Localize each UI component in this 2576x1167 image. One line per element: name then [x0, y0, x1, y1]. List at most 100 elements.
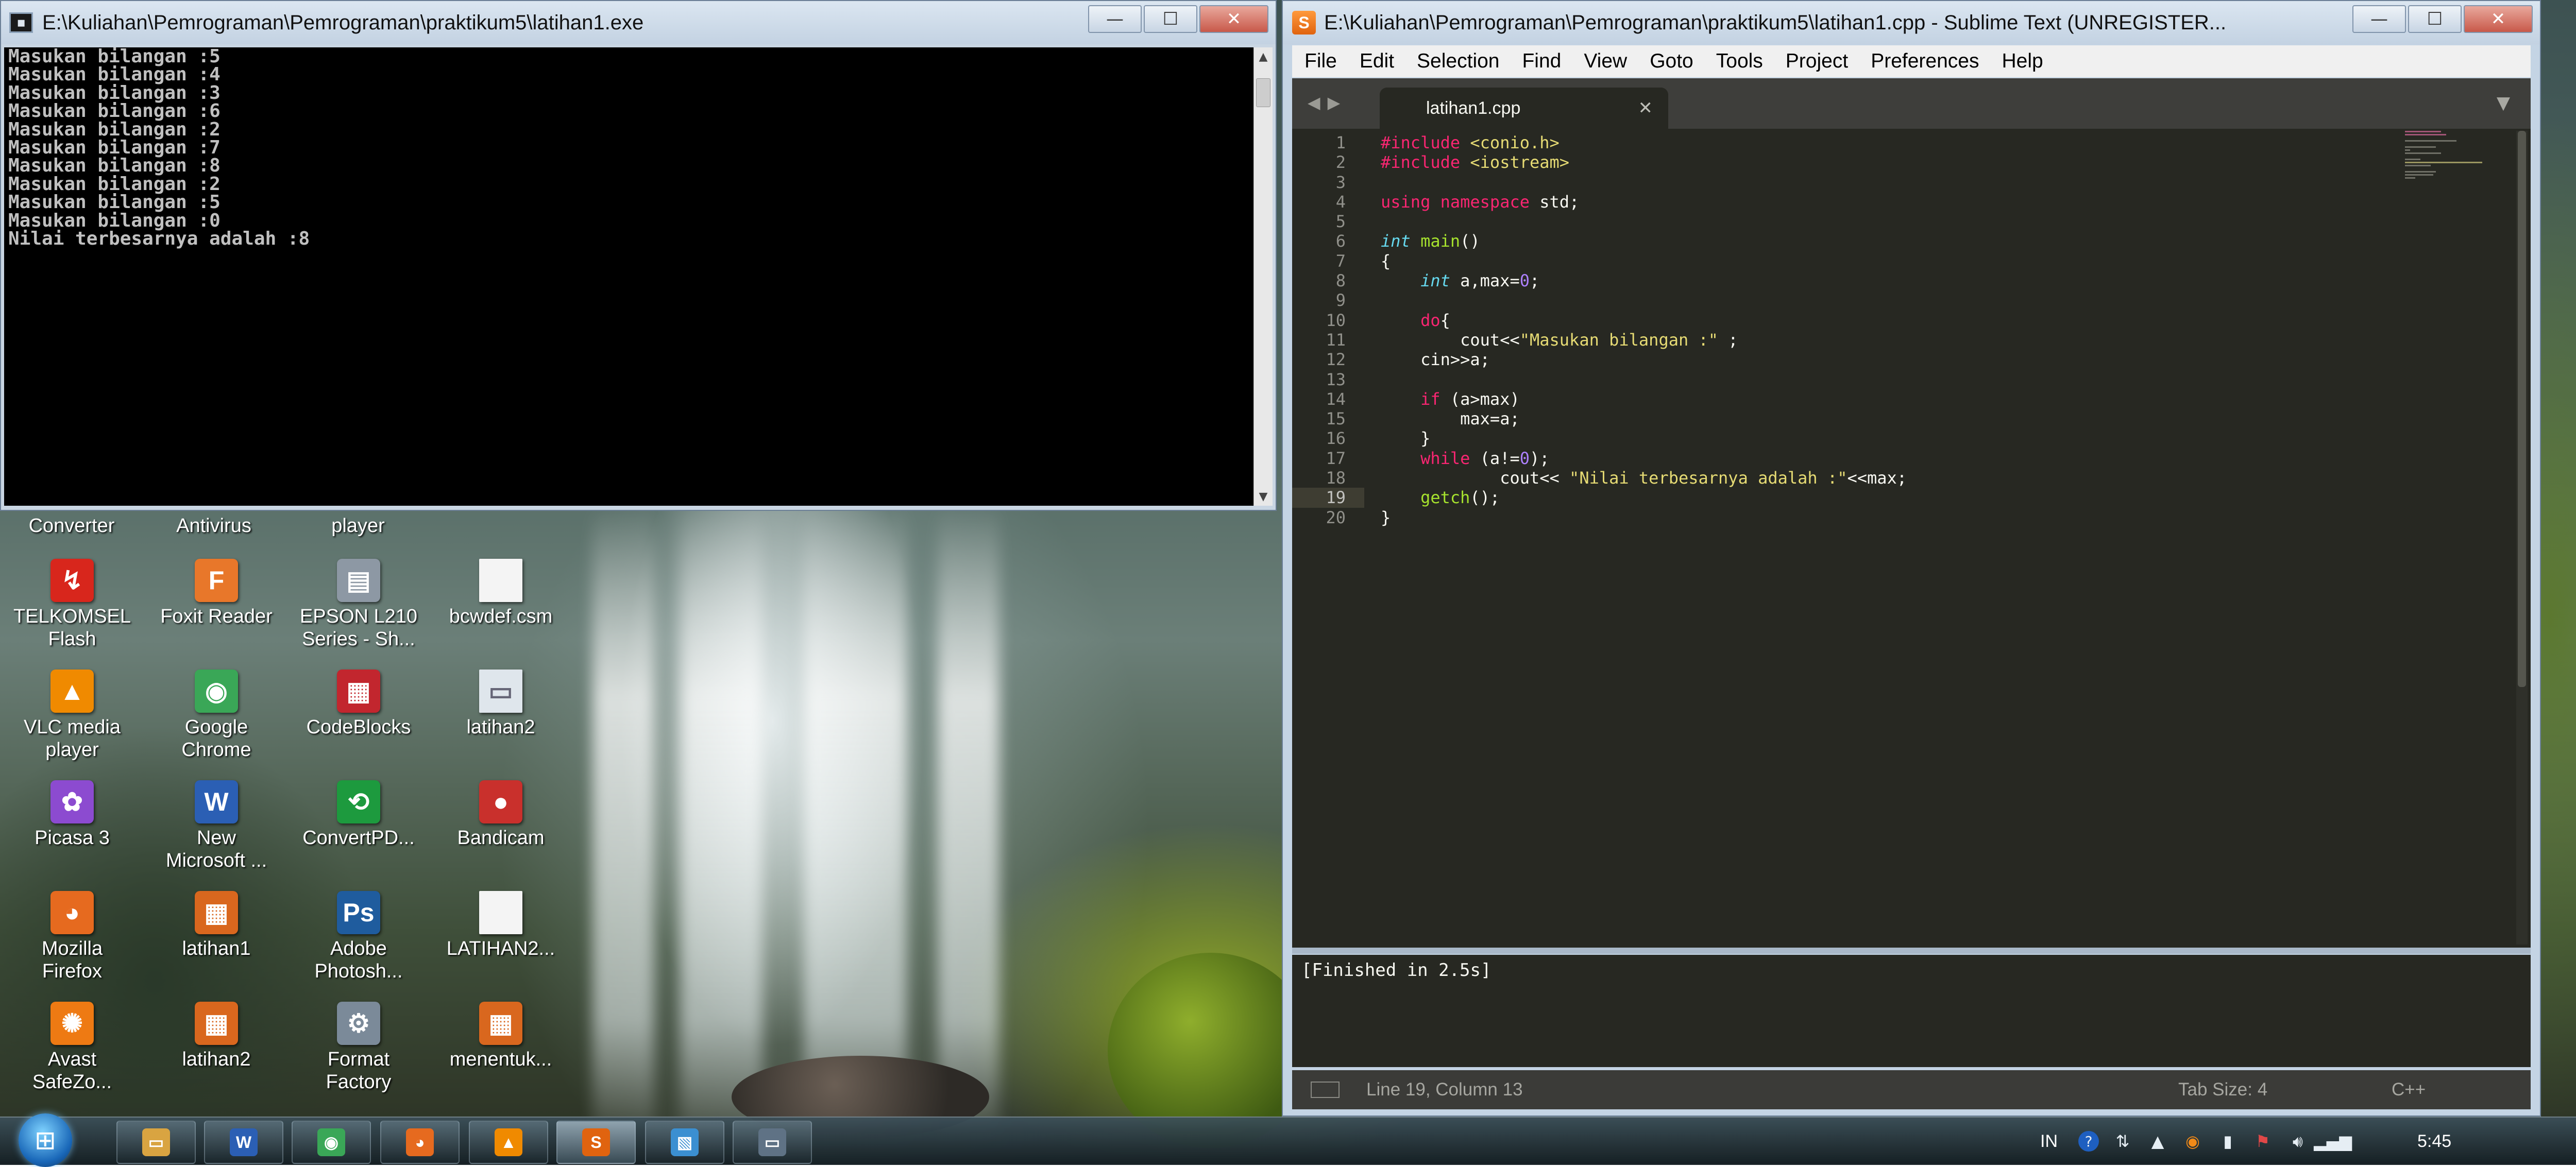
sublime-titlebar[interactable]: S E:\Kuliahan\Pemrograman\Pemrograman\pr… [1283, 1, 2540, 44]
chevron-down-icon[interactable]: ▼ [2497, 93, 2510, 113]
windows-start-icon[interactable]: ⊞ [19, 1113, 72, 1167]
desktop-icon[interactable]: ▦ latihan1 [144, 891, 289, 960]
desktop-icon[interactable]: ⚙ Format Factory [286, 1002, 431, 1093]
menu-item-project[interactable]: Project [1786, 50, 1848, 73]
firefox-icon: ◕ [406, 1128, 434, 1156]
desktop-icon[interactable]: bcwdef.csm [429, 559, 573, 628]
desktop-icon[interactable]: ✺ Avast SafeZo... [0, 1002, 144, 1093]
taskbar-button-word[interactable]: W [204, 1121, 283, 1164]
code-token: (a>max) [1450, 389, 1520, 409]
minimize-button[interactable]: — [2352, 5, 2406, 33]
code-line: #include <conio.h> [1381, 133, 2531, 152]
desktop-icon-label: latihan2 [466, 716, 535, 738]
scroll-down-icon[interactable]: ▼ [1254, 487, 1273, 506]
volume-icon[interactable]: 🔊︎ [2286, 1130, 2309, 1153]
console-titlebar[interactable]: ▪ E:\Kuliahan\Pemrograman\Pemrograman\pr… [1, 1, 1276, 44]
console-window[interactable]: ▪ E:\Kuliahan\Pemrograman\Pemrograman\pr… [0, 0, 1277, 511]
line-number: 3 [1335, 172, 1346, 192]
code-line: cout<<"Masukan bilangan :" ; [1381, 330, 2531, 350]
code-token: cin>>a; [1381, 350, 1490, 370]
desktop-icon[interactable]: ▤ EPSON L210 Series - Sh... [286, 559, 431, 650]
show-hidden-icons-icon[interactable]: ▲ [2146, 1130, 2169, 1153]
desktop-icon[interactable]: ◕ Mozilla Firefox [0, 891, 144, 983]
desktop-icon[interactable]: F Foxit Reader [144, 559, 289, 628]
code-token: ); [1529, 448, 1550, 468]
network-arrows-icon[interactable]: ⇅ [2111, 1130, 2134, 1153]
console-icon: ▭ [758, 1128, 786, 1156]
scroll-thumb[interactable] [2518, 131, 2526, 687]
syntax-button[interactable]: C++ [2392, 1079, 2426, 1100]
battery-icon[interactable]: ▮ [2216, 1130, 2239, 1153]
close-icon[interactable]: ✕ [1638, 98, 1653, 118]
menu-item-help[interactable]: Help [2002, 50, 2043, 73]
menu-item-goto[interactable]: Goto [1650, 50, 1693, 73]
panel-toggle-icon[interactable] [1311, 1082, 1340, 1098]
code-area[interactable]: #include <conio.h> #include <iostream> usi… [1381, 133, 2531, 527]
menu-item-edit[interactable]: Edit [1360, 50, 1394, 73]
desktop-icon[interactable]: ● Bandicam [429, 780, 573, 849]
desktop-icon[interactable]: ▦ latihan2 [144, 1002, 289, 1071]
line-number: 4 [1335, 192, 1346, 212]
language-indicator[interactable]: IN [2040, 1131, 2058, 1152]
taskbar-button-firefox[interactable]: ◕ [380, 1121, 460, 1164]
editor-scrollbar[interactable] [2516, 131, 2528, 945]
taskbar-button-chrome[interactable]: ◉ [292, 1121, 371, 1164]
console-scrollbar[interactable]: ▲ ▼ [1253, 47, 1273, 506]
tab-nav-arrows-icon[interactable]: ◀▶ [1308, 93, 1347, 112]
tab-latihan1[interactable]: latihan1.cpp ✕ [1380, 88, 1668, 129]
taskbar-button-photos[interactable]: ▧ [645, 1121, 724, 1164]
close-button[interactable]: ✕ [1199, 5, 1268, 33]
maximize-button[interactable]: ☐ [2408, 5, 2462, 33]
minimize-button[interactable]: — [1088, 5, 1142, 33]
clock[interactable]: 5:45 [2417, 1131, 2451, 1152]
file-icon [479, 891, 522, 934]
line-number: 8 [1335, 271, 1346, 291]
scroll-up-icon[interactable]: ▲ [1254, 47, 1273, 66]
telkomsel-flash-icon: ↯ [50, 559, 94, 602]
desktop-icon[interactable]: W New Microsoft ... [144, 780, 289, 872]
taskbar-button-sublime[interactable]: S [556, 1121, 636, 1164]
sublime-window[interactable]: S E:\Kuliahan\Pemrograman\Pemrograman\pr… [1282, 0, 2541, 1117]
menu-item-selection[interactable]: Selection [1417, 50, 1499, 73]
cursor-position: Line 19, Column 13 [1366, 1079, 1523, 1100]
menu-item-view[interactable]: View [1584, 50, 1627, 73]
desktop-icon-label: Antivirus [176, 515, 251, 537]
taskbar-button-explorer[interactable]: ▭ [116, 1121, 196, 1164]
code-editor[interactable]: 1 2 3 4 5 6 7 8 9 10 11 12 13 14 15 16 17 18 19 20 #include… [1292, 129, 2531, 948]
action-center-flag-icon[interactable]: ⚑ [2251, 1130, 2274, 1153]
maximize-button[interactable]: ☐ [1144, 5, 1197, 33]
desktop-icon[interactable]: ▦ CodeBlocks [286, 670, 431, 739]
code-line: } [1381, 508, 2531, 527]
desktop-icon[interactable]: ▦ menentuk... [429, 1002, 573, 1071]
menu-item-tools[interactable]: Tools [1716, 50, 1763, 73]
picture-icon: ▧ [671, 1128, 699, 1156]
panel-divider[interactable] [1292, 948, 2531, 954]
signal-strength-icon[interactable]: ▂▄▆ [2314, 1130, 2352, 1153]
minimap[interactable] [2405, 131, 2508, 198]
menu-bar: File Edit Selection Find View Goto Tools Projec… [1292, 45, 2531, 77]
help-icon[interactable]: ? [2078, 1131, 2099, 1152]
close-button[interactable]: ✕ [2464, 5, 2533, 33]
menu-item-file[interactable]: File [1304, 50, 1337, 73]
desktop-icon[interactable]: ⟲ ConvertPD... [286, 780, 431, 849]
desktop-icon[interactable]: ▭ latihan2 [429, 670, 573, 739]
code-token: (a!= [1480, 448, 1520, 468]
console-output[interactable]: Masukan bilangan :5 Masukan bilangan :4 … [4, 47, 1255, 506]
desktop-icon-label: Bandicam [457, 827, 545, 849]
desktop-icon[interactable]: ✿ Picasa 3 [0, 780, 144, 849]
code-token: #include [1381, 152, 1470, 173]
menu-item-preferences[interactable]: Preferences [1871, 50, 1979, 73]
code-line: while (a!=0); [1381, 449, 2531, 468]
desktop-icon[interactable]: Ps Adobe Photosh... [286, 891, 431, 983]
scroll-thumb[interactable] [1256, 78, 1270, 107]
desktop-icon[interactable]: ▲ VLC media player [0, 670, 144, 761]
desktop-icon[interactable]: ◉ Google Chrome [144, 670, 289, 761]
taskbar-button-console[interactable]: ▭ [733, 1121, 812, 1164]
desktop-icon[interactable]: LATIHAN2... [429, 891, 573, 960]
menu-item-find[interactable]: Find [1522, 50, 1561, 73]
code-token: #include [1381, 133, 1470, 152]
tab-size-button[interactable]: Tab Size: 4 [2178, 1079, 2267, 1100]
taskbar-button-vlc[interactable]: ▲ [469, 1121, 548, 1164]
avast-tray-icon[interactable]: ◉ [2181, 1130, 2204, 1153]
desktop-icon[interactable]: ↯ TELKOMSEL Flash [0, 559, 144, 650]
